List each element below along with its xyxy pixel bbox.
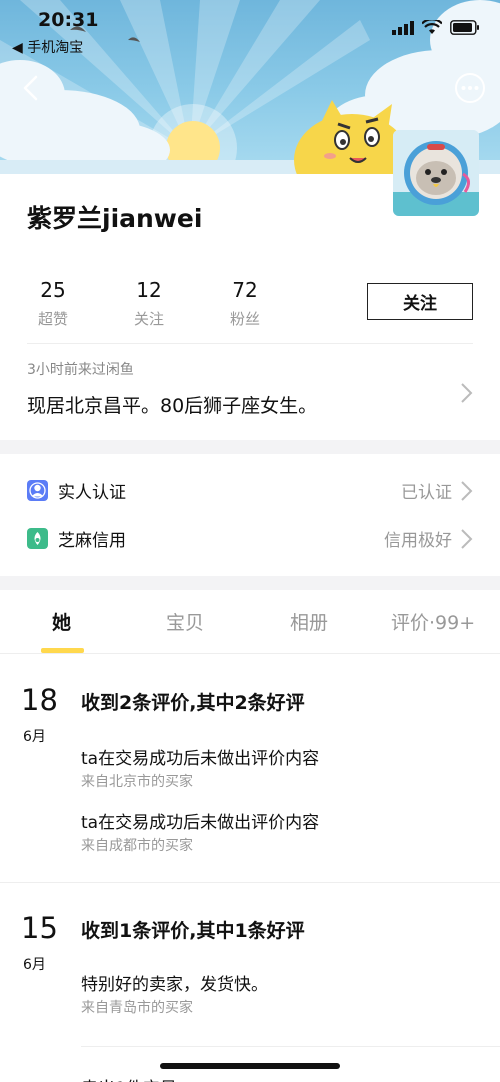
back-button[interactable] — [16, 72, 48, 104]
verification-sesame-credit[interactable]: 芝麻信用 信用极好 — [0, 519, 500, 559]
stat-followers[interactable]: 72 粉丝 — [215, 278, 275, 329]
tab-her[interactable]: 她 — [52, 608, 71, 635]
section-gap — [0, 576, 500, 590]
status-bar: 20:31 ◀ 手机淘宝 — [0, 0, 500, 60]
tabs-divider — [0, 653, 500, 654]
stat-following[interactable]: 12 关注 — [119, 278, 179, 329]
wifi-icon — [422, 20, 442, 34]
more-dots-icon — [455, 73, 485, 103]
review-source: 来自青岛市的买家 — [81, 1000, 193, 1016]
stat-label: 粉丝 — [229, 310, 260, 328]
stat-label: 超赞 — [37, 310, 68, 328]
feed-divider — [0, 882, 500, 883]
stat-value: 25 — [40, 278, 66, 302]
review-source: 来自北京市的买家 — [81, 774, 193, 790]
follow-button[interactable]: 关注 — [367, 283, 473, 320]
status-time: 20:31 — [38, 9, 99, 31]
review-text: ta在交易成功后未做出评价内容 — [81, 813, 320, 833]
person-id-icon — [27, 480, 48, 501]
review-source: 来自成都市的买家 — [81, 838, 193, 854]
bio-text: 现居北京昌平。80后狮子座女生。 — [27, 395, 318, 417]
stat-label: 关注 — [133, 310, 164, 328]
verification-status: 已认证 — [401, 483, 452, 503]
cellular-signal-icon — [392, 20, 414, 35]
stat-likes[interactable]: 25 超赞 — [23, 278, 83, 329]
chevron-right-icon — [461, 383, 473, 403]
feed-month: 6月 — [23, 729, 46, 745]
back-to-app-link[interactable]: ◀ 手机淘宝 — [12, 37, 83, 57]
verification-label: 芝麻信用 — [58, 531, 126, 551]
avatar[interactable] — [393, 130, 479, 216]
section-gap — [0, 440, 500, 454]
tab-items[interactable]: 宝贝 — [166, 608, 204, 635]
verification-real-name[interactable]: 实人认证 已认证 — [0, 471, 500, 511]
stat-value: 12 — [136, 278, 162, 302]
review-text: ta在交易成功后未做出评价内容 — [81, 749, 320, 769]
more-options-button[interactable] — [454, 72, 486, 104]
user-name: 紫罗兰jianwei — [27, 204, 203, 233]
review-text: 特别好的卖家，发货快。 — [81, 975, 268, 995]
feed-partial-item: 卖出1件宝贝 — [81, 1074, 177, 1082]
verification-label: 实人认证 — [58, 483, 126, 503]
stat-value: 72 — [232, 278, 258, 302]
review-divider — [81, 1046, 500, 1047]
status-icons — [392, 20, 480, 35]
feed-day: 18 — [21, 683, 58, 717]
feed-title: 收到2条评价,其中2条好评 — [81, 692, 305, 714]
chevron-left-icon — [23, 75, 38, 101]
tab-reviews[interactable]: 评价·99+ — [391, 608, 475, 635]
seal-astronaut-avatar-icon — [393, 130, 479, 216]
feed-day: 15 — [21, 911, 58, 945]
last-seen-text: 3小时前来过闲鱼 — [27, 362, 134, 378]
battery-icon — [450, 20, 479, 35]
sesame-credit-icon — [27, 528, 48, 549]
feed-month: 6月 — [23, 957, 46, 973]
divider — [27, 343, 473, 344]
chevron-right-icon — [461, 529, 473, 549]
verification-status: 信用极好 — [384, 531, 452, 551]
home-indicator — [160, 1063, 340, 1069]
chevron-right-icon — [461, 481, 473, 501]
tab-album[interactable]: 相册 — [290, 608, 328, 635]
feed-title: 收到1条评价,其中1条好评 — [81, 920, 305, 942]
